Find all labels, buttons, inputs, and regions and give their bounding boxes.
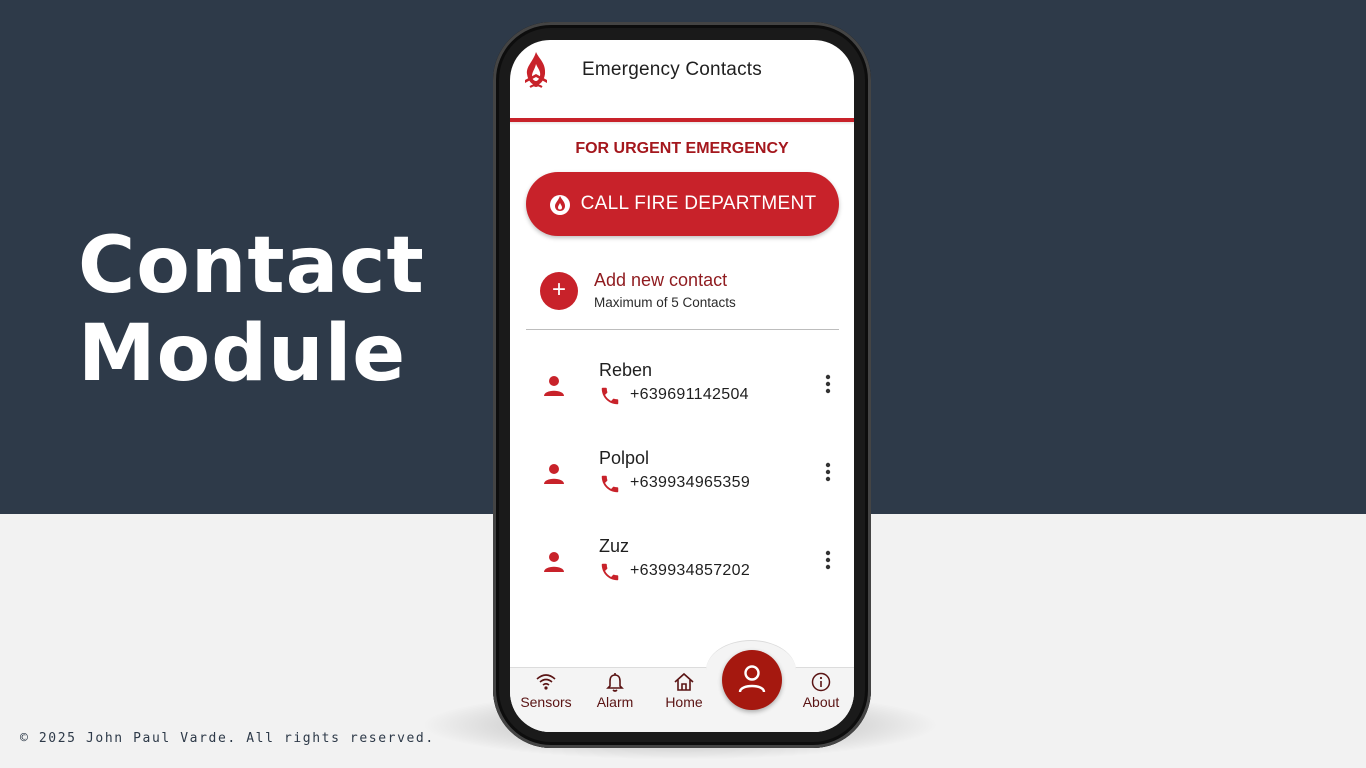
more-options-icon[interactable]	[818, 460, 838, 484]
urgent-emergency-label: FOR URGENT EMERGENCY	[575, 140, 789, 157]
nav-label-home: Home	[665, 694, 703, 710]
more-options-icon[interactable]	[818, 548, 838, 572]
copyright-footer: © 2025 John Paul Varde. All rights reser…	[20, 731, 435, 746]
bell-icon	[606, 673, 624, 692]
more-options-icon[interactable]	[818, 372, 838, 396]
nav-item-alarm[interactable]: Alarm	[582, 672, 648, 710]
contact-item[interactable]: Zuz +639934857202	[510, 536, 854, 596]
nav-item-contacts[interactable]	[722, 650, 782, 710]
nav-label-sensors: Sensors	[520, 694, 572, 710]
person-icon	[738, 665, 766, 693]
hero-title-line-1: Contact	[78, 221, 425, 311]
contact-number: +639934857202	[630, 562, 751, 579]
phone-screen: Emergency Contacts FOR URGENT EMERGENCY …	[510, 40, 854, 732]
contacts-divider	[526, 329, 839, 330]
person-icon	[544, 376, 564, 396]
contact-number: +639934965359	[630, 474, 751, 491]
add-contact-title: Add new contact	[594, 270, 728, 290]
contact-name: Reben	[599, 360, 653, 380]
nav-item-home[interactable]: Home	[651, 672, 717, 710]
call-fire-department-button[interactable]: CALL FIRE DEPARTMENT	[526, 172, 839, 236]
nav-item-sensors[interactable]: Sensors	[513, 672, 579, 710]
contact-name: Polpol	[599, 448, 650, 468]
header-divider-shadow	[510, 122, 854, 125]
info-icon	[811, 672, 831, 692]
flame-icon	[549, 195, 570, 215]
app-title: Emergency Contacts	[582, 59, 762, 80]
hero-title-line-2: Module	[78, 309, 407, 399]
nav-label-alarm: Alarm	[596, 694, 634, 710]
fire-logo-icon	[525, 52, 547, 88]
home-icon	[674, 672, 694, 691]
phone-icon	[601, 387, 619, 405]
app-header: Emergency Contacts	[510, 40, 854, 100]
contact-number: +639691142504	[630, 386, 749, 403]
person-icon	[544, 464, 564, 484]
plus-icon: +	[540, 272, 578, 310]
contact-name: Zuz	[599, 536, 630, 556]
add-contact-subtitle: Maximum of 5 Contacts	[594, 295, 736, 310]
contact-item[interactable]: Polpol +639934965359	[510, 448, 854, 508]
call-button-label: CALL FIRE DEPARTMENT	[580, 193, 817, 214]
nav-item-about[interactable]: About	[788, 672, 854, 710]
hero-title: Contact Module	[78, 222, 425, 398]
wifi-icon	[536, 674, 556, 690]
nav-label-about: About	[802, 694, 840, 710]
contact-item[interactable]: Reben +639691142504	[510, 360, 854, 420]
person-icon	[544, 552, 564, 572]
phone-mockup: Emergency Contacts FOR URGENT EMERGENCY …	[493, 22, 871, 748]
add-new-contact-button[interactable]: + Add new contact Maximum of 5 Contacts	[540, 266, 840, 316]
phone-icon	[601, 563, 619, 581]
phone-icon	[601, 475, 619, 493]
